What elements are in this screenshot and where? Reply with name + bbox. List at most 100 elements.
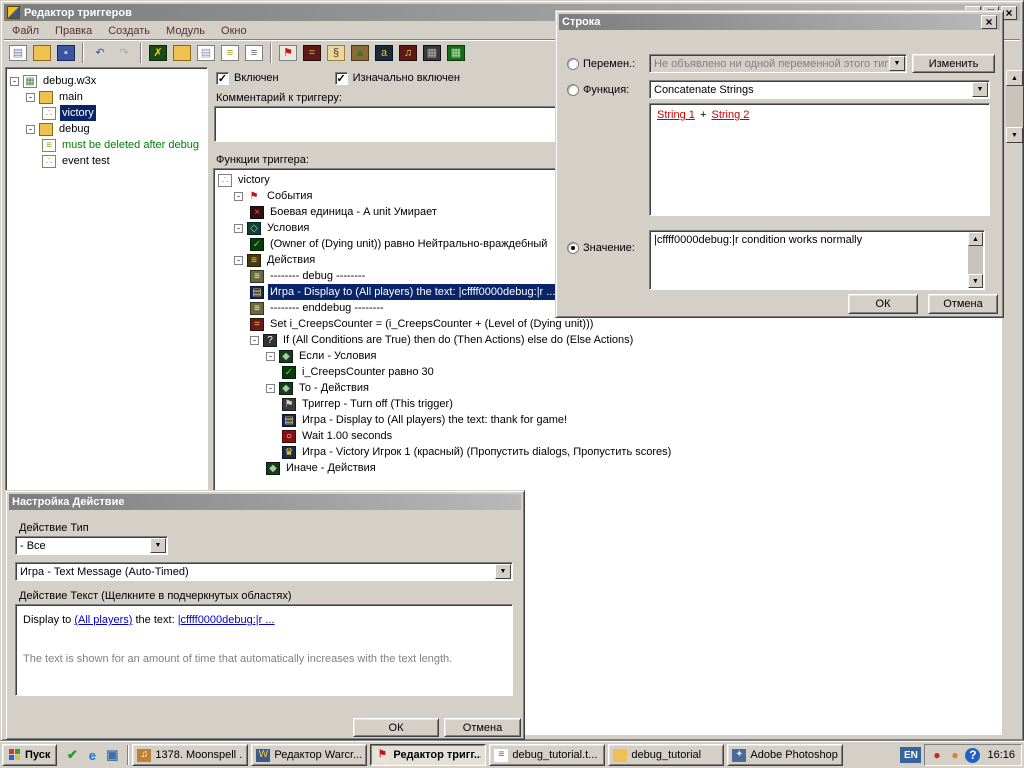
function-combo[interactable]: Concatenate Strings [649, 80, 990, 99]
task-trigger-editor[interactable]: ⚑ Редактор тригг... [370, 744, 487, 766]
tree-row[interactable]: ∴ event test [6, 153, 207, 169]
toolbar-separator [82, 43, 84, 63]
sound-editor-icon[interactable]: ♫ [396, 41, 420, 65]
scroll-down-button[interactable] [968, 274, 983, 288]
tree-label: (Owner of (Dying unit)) равно Нейтрально… [270, 238, 548, 250]
panel-scrollbar[interactable] [1006, 70, 1023, 143]
menu-create[interactable]: Создать [100, 24, 158, 38]
tray-icon-orange[interactable]: ● [947, 748, 962, 763]
import-manager-icon[interactable]: ▦ [420, 41, 444, 65]
task-moonspell[interactable]: ♫ 1378. Moonspell ... [132, 744, 249, 766]
enabled-checkbox[interactable]: ✓ [216, 71, 229, 85]
trigger-file-icon: ∴ [42, 154, 56, 168]
action-description: The text is shown for an amount of time … [23, 653, 453, 665]
tree-expander-icon[interactable]: - [10, 76, 19, 86]
variable-radio[interactable] [567, 58, 579, 70]
task-debug-tutorial-folder[interactable]: debug_tutorial [608, 744, 725, 766]
initially-on-checkbox[interactable]: ✓ [334, 71, 348, 85]
tree-expander-icon[interactable]: - [266, 383, 275, 393]
tree-expander-icon[interactable]: - [234, 255, 243, 265]
tree-row[interactable]: ▤ Игра - Display to (All players) the tex… [214, 412, 1001, 428]
tree-row[interactable]: - ◆ Если - Условия [214, 348, 1001, 364]
start-button[interactable]: Пуск [2, 744, 58, 766]
menu-file[interactable]: Файл [4, 24, 47, 38]
tray-help-icon[interactable]: ? [965, 747, 981, 763]
tree-row[interactable]: ○ Wait 1.00 seconds [214, 428, 1001, 444]
string-cancel-button[interactable]: Отмена [928, 294, 998, 314]
script-editor-icon[interactable]: § [324, 41, 348, 65]
value-radio-label: Значение: [583, 242, 635, 254]
tree-expander-icon[interactable]: - [234, 191, 243, 201]
string-dialog-close-button[interactable] [981, 15, 997, 29]
string-ok-button[interactable]: ОК [848, 294, 918, 314]
tree-label: Игра - Display to (All players) the text… [302, 414, 568, 426]
task-adobe-photoshop[interactable]: ✦ Adobe Photoshop [727, 744, 844, 766]
task-warcraft-editor[interactable]: W Редактор Warcr... [251, 744, 368, 766]
action-type-combo[interactable]: - Все [15, 536, 168, 555]
message-parameter-link[interactable]: |cffff0000debug:|r ... [178, 614, 275, 626]
value-radio[interactable] [567, 242, 579, 254]
tree-expander-icon[interactable]: - [234, 223, 243, 233]
action-dialog-titlebar[interactable]: Настройка Действие [9, 494, 521, 510]
undo-icon[interactable]: ↶ [88, 41, 112, 65]
menu-window[interactable]: Окно [213, 24, 255, 38]
tree-row[interactable]: ✓ i_CreepsCounter равно 30 [214, 364, 1001, 380]
folder-open-icon [39, 122, 53, 136]
scroll-down-button[interactable] [1006, 127, 1023, 143]
quick-launch-desktop-icon[interactable]: ▣ [103, 746, 121, 764]
new-script-icon[interactable]: ≡ [242, 41, 266, 65]
tree-row[interactable]: - ▦ debug.w3x [6, 73, 207, 89]
tray-icon-red[interactable]: ● [929, 748, 944, 763]
tree-row[interactable]: ♛ Игра - Victory Игрок 1 (красный) (Пропу… [214, 444, 1001, 460]
object-editor-icon[interactable]: а [372, 41, 396, 65]
language-indicator[interactable]: EN [900, 747, 922, 763]
tree-row[interactable]: ◆ Иначе - Действия [214, 460, 1001, 476]
tree-expander-icon[interactable]: - [26, 124, 35, 134]
tree-expander-icon[interactable]: - [26, 92, 35, 102]
condition-check-icon: ✓ [250, 237, 264, 251]
terrain-editor-icon[interactable]: ▲ [348, 41, 372, 65]
action-cancel-button[interactable]: Отмена [444, 718, 521, 737]
menu-edit[interactable]: Правка [47, 24, 100, 38]
tree-row[interactable]: = Set i_CreepsCounter = (i_CreepsCounter … [214, 316, 1001, 332]
action-combo[interactable]: Игра - Text Message (Auto-Timed) [15, 562, 513, 581]
trigger-off-icon: ⚑ [282, 397, 296, 411]
action-ok-button[interactable]: ОК [353, 718, 439, 737]
variable-editor-icon[interactable]: = [300, 41, 324, 65]
string2-parameter-link[interactable]: String 2 [711, 109, 749, 121]
test-map-icon[interactable]: ▦ [444, 41, 468, 65]
value-scrollbar[interactable] [968, 232, 983, 288]
scroll-up-button[interactable] [968, 232, 983, 246]
quick-launch-ie-icon[interactable]: e [83, 746, 101, 764]
delete-icon[interactable]: ✗ [146, 41, 170, 65]
scroll-up-button[interactable] [1006, 70, 1023, 86]
edit-variables-button[interactable]: Изменить [912, 54, 995, 73]
value-input[interactable]: |cffff0000debug:|r condition works norma… [649, 230, 985, 290]
toolbar-separator [140, 43, 142, 63]
string-dialog-titlebar[interactable]: Строка [559, 14, 1000, 30]
tree-row[interactable]: ⚑ Триггер - Turn off (This trigger) [214, 396, 1001, 412]
new-map-icon[interactable]: ▤ [6, 41, 30, 65]
save-map-icon[interactable]: ▪ [54, 41, 78, 65]
tree-row[interactable]: ∴ victory [6, 105, 207, 121]
open-map-icon[interactable] [30, 41, 54, 65]
tree-expander-icon[interactable]: - [250, 335, 259, 345]
new-comment-icon[interactable]: ≡ [218, 41, 242, 65]
new-category-icon[interactable] [170, 41, 194, 65]
tree-expander-icon[interactable]: - [266, 351, 275, 361]
new-trigger-icon[interactable]: ▤ [194, 41, 218, 65]
tree-row[interactable]: - ◆ То - Действия [214, 380, 1001, 396]
tree-row[interactable]: -? If (All Conditions are True) then do (… [214, 332, 1001, 348]
new-event-icon[interactable]: ⚑ [276, 41, 300, 65]
string1-parameter-link[interactable]: String 1 [657, 109, 695, 121]
task-debug-tutorial-txt[interactable]: ≡ debug_tutorial.t... [489, 744, 606, 766]
quick-launch-v-icon[interactable]: ✔ [63, 746, 81, 764]
window-icon [7, 6, 20, 19]
redo-icon[interactable]: ↷ [112, 41, 136, 65]
players-parameter-link[interactable]: (All players) [74, 614, 132, 626]
menu-module[interactable]: Модуль [158, 24, 213, 38]
tree-row[interactable]: ≡ must be deleted after debug [6, 137, 207, 153]
tree-row[interactable]: - main [6, 89, 207, 105]
function-radio[interactable] [567, 84, 579, 96]
tree-row[interactable]: - debug [6, 121, 207, 137]
